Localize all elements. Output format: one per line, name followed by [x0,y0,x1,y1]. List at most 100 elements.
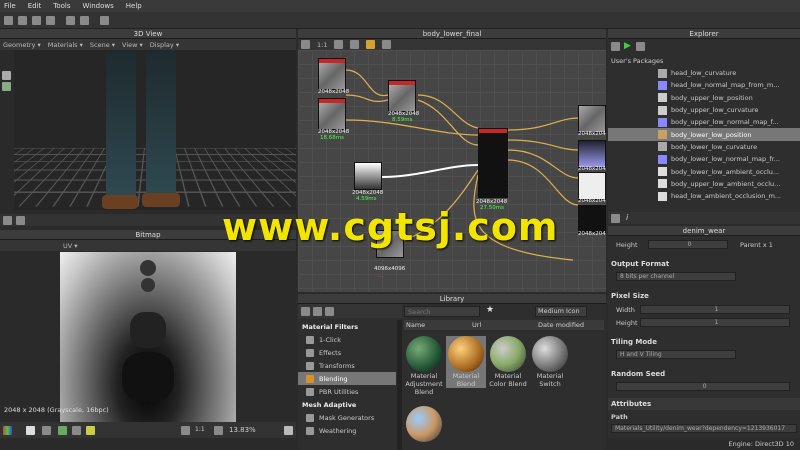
open-icon[interactable] [18,15,27,25]
graph-fit-icon[interactable] [301,40,310,49]
graph-node-1[interactable] [318,58,346,90]
screenshot-icon[interactable] [3,216,12,225]
graph-canvas[interactable]: 2048x2048 2048x2048 18.68ms 2048x2048 8.… [298,50,606,292]
category-mask-generators[interactable]: Mask Generators [298,411,396,424]
channels-icon[interactable] [3,426,12,435]
graph-node-5[interactable] [478,128,508,198]
tree-item[interactable]: head_low_ambient_occlusion_m... [608,190,800,202]
col-date[interactable]: Date modified [538,320,584,330]
graph-node-3[interactable] [388,80,416,112]
play-icon[interactable]: ▶ [624,41,631,51]
output-node-1[interactable] [578,105,606,133]
graph-frame-icon[interactable] [366,40,376,49]
add-icon[interactable] [313,307,322,316]
info-icon[interactable]: i [626,213,628,222]
output-format-select[interactable]: 8 bits per channel [616,272,736,281]
viewport-3d[interactable] [14,50,296,210]
category-blending[interactable]: Blending [298,372,396,385]
geometry-menu[interactable]: Geometry ▾ [3,41,41,49]
display-menu[interactable]: Display ▾ [150,41,179,49]
tree-item[interactable]: body_lower_low_normal_map_fr... [608,153,800,165]
bitmap-icon [658,154,667,164]
tiling-mode-select[interactable]: H and V Tiling [616,350,736,359]
width-field[interactable]: 1 [640,305,790,314]
col-url[interactable]: Url [472,320,481,330]
bitmap-ratio[interactable]: 1:1 [195,426,205,433]
material-switch[interactable]: Material Switch [530,336,570,388]
graph-node-4[interactable] [354,162,382,190]
view-menu[interactable]: View ▾ [122,41,143,49]
graph-icon[interactable] [611,214,620,223]
category-1-click[interactable]: 1-Click [298,333,396,346]
menu-tools[interactable]: Tools [53,2,70,10]
material-blend[interactable]: Material Blend [446,336,486,388]
graph-info-icon[interactable] [334,40,344,49]
category-mesh-adaptive[interactable]: Mesh Adaptive [298,398,396,411]
light-icon[interactable] [2,82,11,91]
output-node-3[interactable] [578,172,606,200]
redo-icon[interactable] [80,15,89,25]
zoom-icon[interactable] [214,426,223,435]
category-label: Material Filters [302,322,359,331]
category-pbr-utilities[interactable]: PBR Utilities [298,385,396,398]
graph-node-3-time: 8.59ms [392,117,413,123]
tree-item[interactable]: head_low_normal_map_from_m... [608,79,800,91]
material-adjustment-blend[interactable]: Material Adjustment Blend [404,336,444,396]
bitmap-canvas[interactable] [60,252,236,428]
fit-icon[interactable] [181,426,190,435]
category-transforms[interactable]: Transforms [298,359,396,372]
category-weathering[interactable]: Weathering [298,424,396,437]
tree-item[interactable]: body_upper_low_position [608,92,800,104]
italic-icon[interactable] [72,426,81,435]
materials-menu[interactable]: Materials ▾ [48,41,83,49]
new-package-icon[interactable] [611,42,620,51]
menu-help[interactable]: Help [126,2,142,10]
save-all-icon[interactable] [46,15,55,25]
random-seed-field[interactable]: 0 [616,382,790,391]
undo-icon[interactable] [66,15,75,25]
star-icon[interactable]: ★ [486,305,494,315]
alpha-icon[interactable] [26,426,35,435]
package-save-icon[interactable] [636,42,645,51]
menu-edit[interactable]: Edit [28,2,42,10]
save-icon[interactable] [32,15,41,25]
menu-file[interactable]: File [4,2,16,10]
link-icon[interactable] [16,216,25,225]
view-mode-select[interactable]: Medium Icon [535,306,587,317]
tree-item-selected[interactable]: body_lower_low_position [608,128,800,141]
graph-node-2[interactable] [318,98,346,130]
uv-menu[interactable]: UV ▾ [63,242,78,250]
graph-settings-icon[interactable] [382,40,392,49]
tree-item[interactable]: head_low_curvature [608,67,800,79]
histogram-icon[interactable] [86,426,95,435]
material-extra[interactable] [404,406,444,442]
menu-windows[interactable]: Windows [83,2,114,10]
tile-icon[interactable] [58,426,67,435]
tree-item[interactable]: body_lower_low_curvature [608,141,800,153]
library-scrollbar[interactable] [397,320,402,450]
library-search-input[interactable] [404,306,480,317]
path-field[interactable]: Materials_Utility/denim_wear?dependency=… [611,424,797,433]
layout-icon[interactable] [100,15,109,25]
tree-item[interactable]: body_upper_low_normal_map_f... [608,116,800,128]
checker-icon[interactable] [42,426,51,435]
category-effects[interactable]: Effects [298,346,396,359]
graph-ratio[interactable]: 1:1 [317,41,327,49]
material-color-blend[interactable]: Material Color Blend [488,336,528,388]
height2-field[interactable]: 1 [640,318,790,327]
col-name[interactable]: Name [406,320,425,330]
tree-item[interactable]: body_upper_low_ambient_occlu... [608,178,800,190]
tree-item[interactable]: body_upper_low_curvature [608,104,800,116]
folder-icon[interactable] [301,307,310,316]
pin-icon[interactable] [284,426,293,435]
category-material-filters[interactable]: Material Filters [298,320,396,333]
scene-menu[interactable]: Scene ▾ [90,41,115,49]
tree-item[interactable]: body_lower_low_ambient_occlu... [608,165,800,177]
camera-icon[interactable] [2,71,11,80]
output-node-2[interactable] [578,140,606,168]
output-node-4[interactable] [578,205,606,233]
prop-height-field[interactable]: 0 [648,240,728,249]
graph-search-icon[interactable] [350,40,360,49]
new-doc-icon[interactable] [325,307,334,316]
new-icon[interactable] [4,15,13,25]
